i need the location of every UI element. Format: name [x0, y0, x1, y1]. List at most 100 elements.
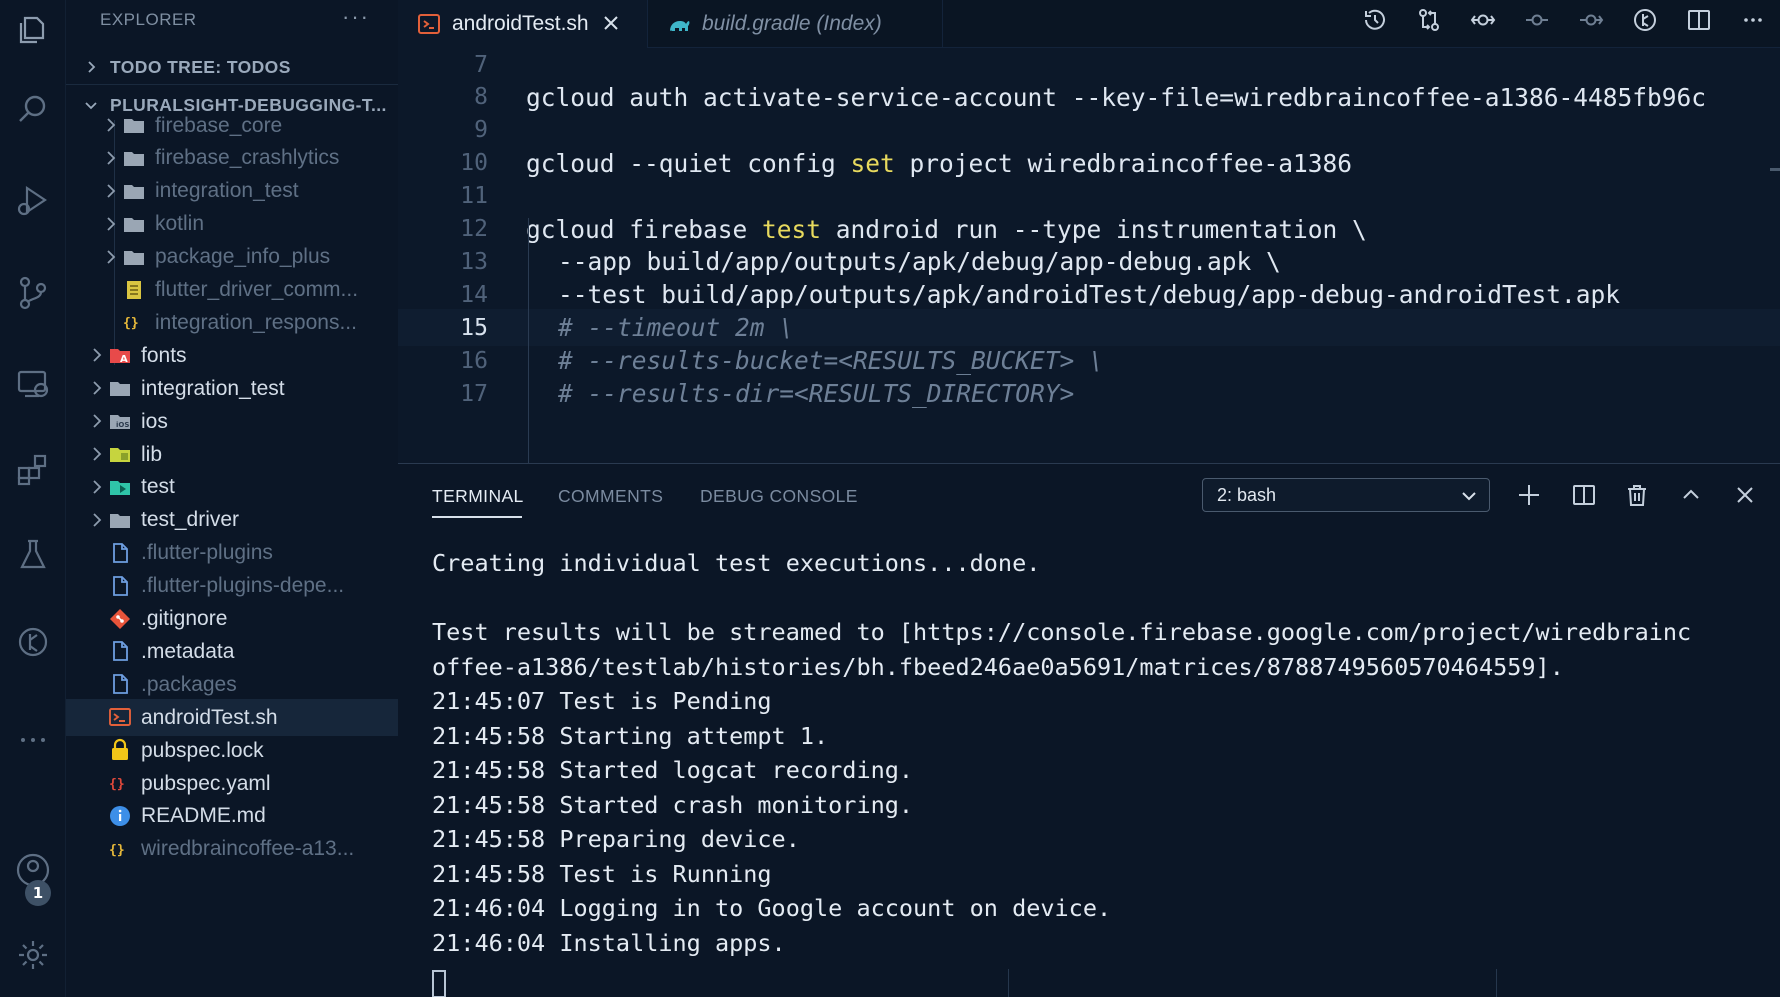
compare-changes-icon[interactable] — [1402, 0, 1456, 40]
test-folder-icon — [108, 475, 132, 499]
git-commit-icon[interactable] — [1456, 0, 1510, 40]
add-terminal-icon[interactable] — [1510, 476, 1548, 514]
tree-item[interactable]: .flutter-plugins — [66, 535, 398, 572]
terminal-line: 21:45:58 Preparing device. — [432, 825, 800, 853]
explorer-icon[interactable] — [0, 0, 66, 60]
tree-item[interactable]: kotlin — [66, 206, 398, 243]
tab-comments[interactable]: COMMENTS — [558, 486, 663, 507]
close-panel-icon[interactable] — [1726, 476, 1764, 514]
code-line[interactable]: 11 — [398, 178, 1780, 215]
code-line[interactable]: 17 # --results-dir=<RESULTS_DIRECTORY> — [398, 375, 1780, 412]
tab-debug-console[interactable]: DEBUG CONSOLE — [700, 486, 858, 507]
tree-item[interactable]: README.md — [66, 798, 398, 835]
maximize-panel-icon[interactable] — [1672, 476, 1710, 514]
tree-item[interactable]: Afonts — [66, 337, 398, 374]
fonts-folder-icon: A — [108, 343, 132, 367]
line-number: 9 — [474, 117, 488, 144]
tree-item-label: firebase_core — [155, 113, 283, 137]
more-actions-icon[interactable] — [1726, 0, 1780, 40]
code-line[interactable]: 15 # --timeout 2m \ — [398, 309, 1780, 347]
tree-item[interactable]: test — [66, 469, 398, 506]
split-terminal-icon[interactable] — [1565, 476, 1603, 514]
chevron-right-icon[interactable] — [88, 346, 106, 364]
line-number: 14 — [460, 281, 488, 308]
tree-item[interactable]: test_driver — [66, 502, 398, 539]
code-token: android run --type instrumentation \ — [821, 214, 1367, 244]
code-line[interactable]: 16 # --results-bucket=<RESULTS_BUCKET> \ — [398, 342, 1780, 379]
terminal-output[interactable]: Creating individual test executions...do… — [432, 546, 1772, 960]
chevron-right-icon[interactable] — [88, 412, 106, 430]
accounts-icon[interactable]: 1 — [0, 840, 66, 906]
tree-item[interactable]: .packages — [66, 666, 398, 703]
tree-item[interactable]: .metadata — [66, 633, 398, 670]
tree-item[interactable]: flutter_driver_comm... — [66, 272, 398, 309]
chevron-right-icon[interactable] — [88, 379, 106, 397]
tree-item[interactable]: integration_test — [66, 173, 398, 210]
run-debug-icon[interactable] — [0, 170, 66, 230]
tree-item[interactable]: androidTest.sh — [66, 699, 398, 737]
json-file-icon: {}. — [108, 837, 132, 861]
tree-item[interactable]: {}. integration_respons... — [66, 304, 398, 341]
chevron-right-icon[interactable] — [88, 478, 106, 496]
tree-item[interactable]: lib — [66, 436, 398, 473]
code-line[interactable]: 12 gcloud firebase test android run --typ… — [398, 211, 1780, 248]
tree-item[interactable]: .gitignore — [66, 601, 398, 638]
tree-item-label: integration_respons... — [155, 310, 357, 334]
code-line[interactable]: 9 — [398, 112, 1780, 149]
source-control-icon[interactable] — [0, 262, 66, 322]
chevron-right-icon[interactable] — [88, 445, 106, 463]
git-graph-icon[interactable] — [1618, 0, 1672, 40]
shell-file-icon — [108, 705, 132, 729]
code-line[interactable]: 13 --app build/app/outputs/apk/debug/app-… — [398, 243, 1780, 280]
settings-gear-icon[interactable] — [0, 925, 66, 985]
tree-item-label: pubspec.lock — [141, 738, 264, 762]
chevron-right-icon[interactable] — [102, 215, 120, 233]
tree-item[interactable]: .flutter-plugins-depe... — [66, 568, 398, 605]
chevron-right-icon[interactable] — [88, 511, 106, 529]
next-change-icon[interactable] — [1564, 0, 1618, 40]
tree-item[interactable]: pubspec.lock — [66, 732, 398, 769]
tab-terminal[interactable]: TERMINAL — [432, 486, 524, 507]
gradle-elephant-icon — [666, 11, 692, 37]
tree-item[interactable]: iOS ios — [66, 403, 398, 440]
remote-explorer-icon[interactable] — [0, 354, 66, 414]
tab-androidtest-sh[interactable]: androidTest.sh — [398, 0, 648, 48]
tree-item[interactable]: {}. wiredbraincoffee-a13... — [66, 831, 398, 868]
line-number: 16 — [460, 347, 488, 374]
terminal-divider — [1008, 969, 1009, 997]
tree-item[interactable]: package_info_plus — [66, 239, 398, 276]
tree-item[interactable]: firebase_crashlytics — [66, 140, 398, 177]
json-file-icon: {}. — [122, 310, 146, 334]
extensions-icon[interactable] — [0, 440, 66, 500]
yaml-file-icon: {}. — [108, 771, 132, 795]
chevron-right-icon[interactable] — [102, 116, 120, 134]
tree-item[interactable]: {}. pubspec.yaml — [66, 765, 398, 802]
chevron-right-icon[interactable] — [102, 248, 120, 266]
more-icon[interactable] — [0, 700, 66, 760]
search-icon[interactable] — [0, 80, 66, 140]
chevron-right-icon[interactable] — [102, 182, 120, 200]
close-icon[interactable] — [601, 13, 623, 35]
code-token: project wiredbraincoffee-a1386 — [894, 148, 1353, 178]
sidebar-more-button[interactable]: ··· — [342, 4, 370, 30]
code-token: gcloud firebase — [526, 214, 763, 244]
section-todo-tree[interactable]: TODO TREE: TODOS — [66, 50, 398, 84]
scrollbar-marker[interactable] — [1770, 168, 1780, 171]
tree-item[interactable]: integration_test — [66, 370, 398, 407]
chevron-right-icon[interactable] — [102, 149, 120, 167]
activity-bar: 1 — [0, 0, 66, 997]
previous-change-icon[interactable] — [1510, 0, 1564, 40]
testing-icon[interactable] — [0, 525, 66, 585]
split-editor-icon[interactable] — [1672, 0, 1726, 40]
tab-build-gradle[interactable]: build.gradle (Index) — [648, 0, 943, 48]
timeline-icon[interactable] — [0, 612, 66, 672]
tree-item[interactable]: firebase_core — [66, 107, 398, 144]
kill-terminal-icon[interactable] — [1618, 476, 1656, 514]
code-editor[interactable]: 7 8 gcloud auth activate-service-account -… — [398, 52, 1780, 462]
code-line[interactable]: 14 --test build/app/outputs/apk/androidTe… — [398, 276, 1780, 313]
code-line[interactable]: 10 gcloud --quiet config set project wire… — [398, 145, 1780, 182]
history-icon[interactable] — [1348, 0, 1402, 40]
terminal-select[interactable]: 2: bash — [1202, 478, 1490, 512]
terminal-line: 21:45:07 Test is Pending — [432, 687, 772, 715]
code-line[interactable]: 8 gcloud auth activate-service-account --… — [398, 79, 1780, 116]
